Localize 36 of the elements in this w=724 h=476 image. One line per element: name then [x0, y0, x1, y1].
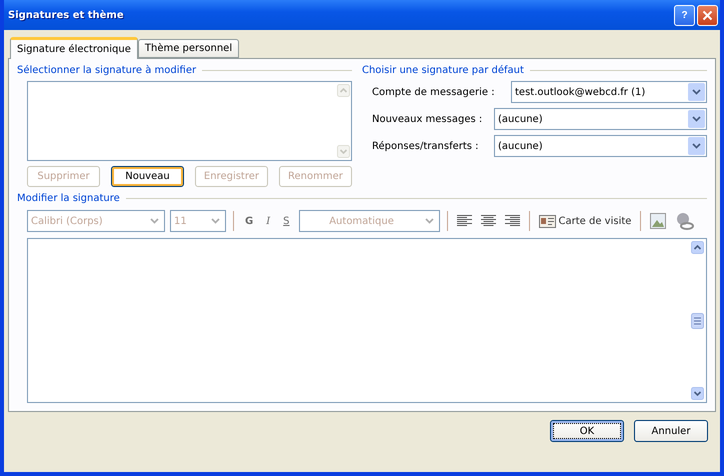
underline-button[interactable]: S [279, 216, 294, 226]
picture-icon[interactable] [648, 211, 668, 231]
align-center-icon[interactable] [478, 213, 498, 229]
dropdown-field[interactable]: (aucune) [494, 135, 707, 157]
chevron-down-icon [211, 218, 220, 224]
close-icon [702, 10, 713, 20]
tab[interactable]: Signature électronique [10, 37, 138, 59]
field-label: Compte de messagerie : [372, 86, 495, 98]
chevron-down-icon [150, 218, 159, 224]
scroll-thumb-icon[interactable] [691, 312, 704, 328]
tab[interactable]: Thème personnel [138, 39, 240, 58]
dialog-button[interactable]: Annuler [634, 420, 708, 442]
close-button[interactable] [697, 4, 718, 26]
scroll-down-icon[interactable] [691, 387, 704, 400]
italic-button[interactable]: I [262, 216, 274, 226]
business-card-button[interactable]: Carte de visite [536, 214, 634, 228]
dropdown-field[interactable]: test.outlook@webcd.fr (1) [511, 81, 707, 103]
section-title: Sélectionner la signature à modifier [17, 65, 196, 76]
action-button[interactable]: Nouveau [110, 166, 184, 187]
dropdown-field[interactable]: (aucune) [494, 108, 707, 130]
window-title: Signatures et thème [8, 10, 124, 20]
align-right-icon[interactable] [502, 213, 522, 229]
chevron-down-icon [692, 116, 701, 122]
dialog-button[interactable]: OK [550, 420, 624, 442]
chevron-down-icon [692, 89, 701, 95]
section-title: Modifier la signature [17, 193, 120, 204]
chevron-down-icon [424, 218, 434, 224]
align-left-icon[interactable] [454, 213, 474, 229]
scroll-up-icon[interactable] [691, 241, 704, 254]
chevron-down-icon [692, 143, 701, 149]
section-title: Choisir une signature par défaut [362, 65, 524, 76]
bold-button[interactable]: G [241, 216, 258, 226]
contact-card-icon [538, 214, 556, 228]
help-button[interactable]: ? [674, 4, 695, 26]
field-label: Nouveaux messages : [372, 114, 482, 124]
field-label: Réponses/transferts : [372, 140, 479, 152]
